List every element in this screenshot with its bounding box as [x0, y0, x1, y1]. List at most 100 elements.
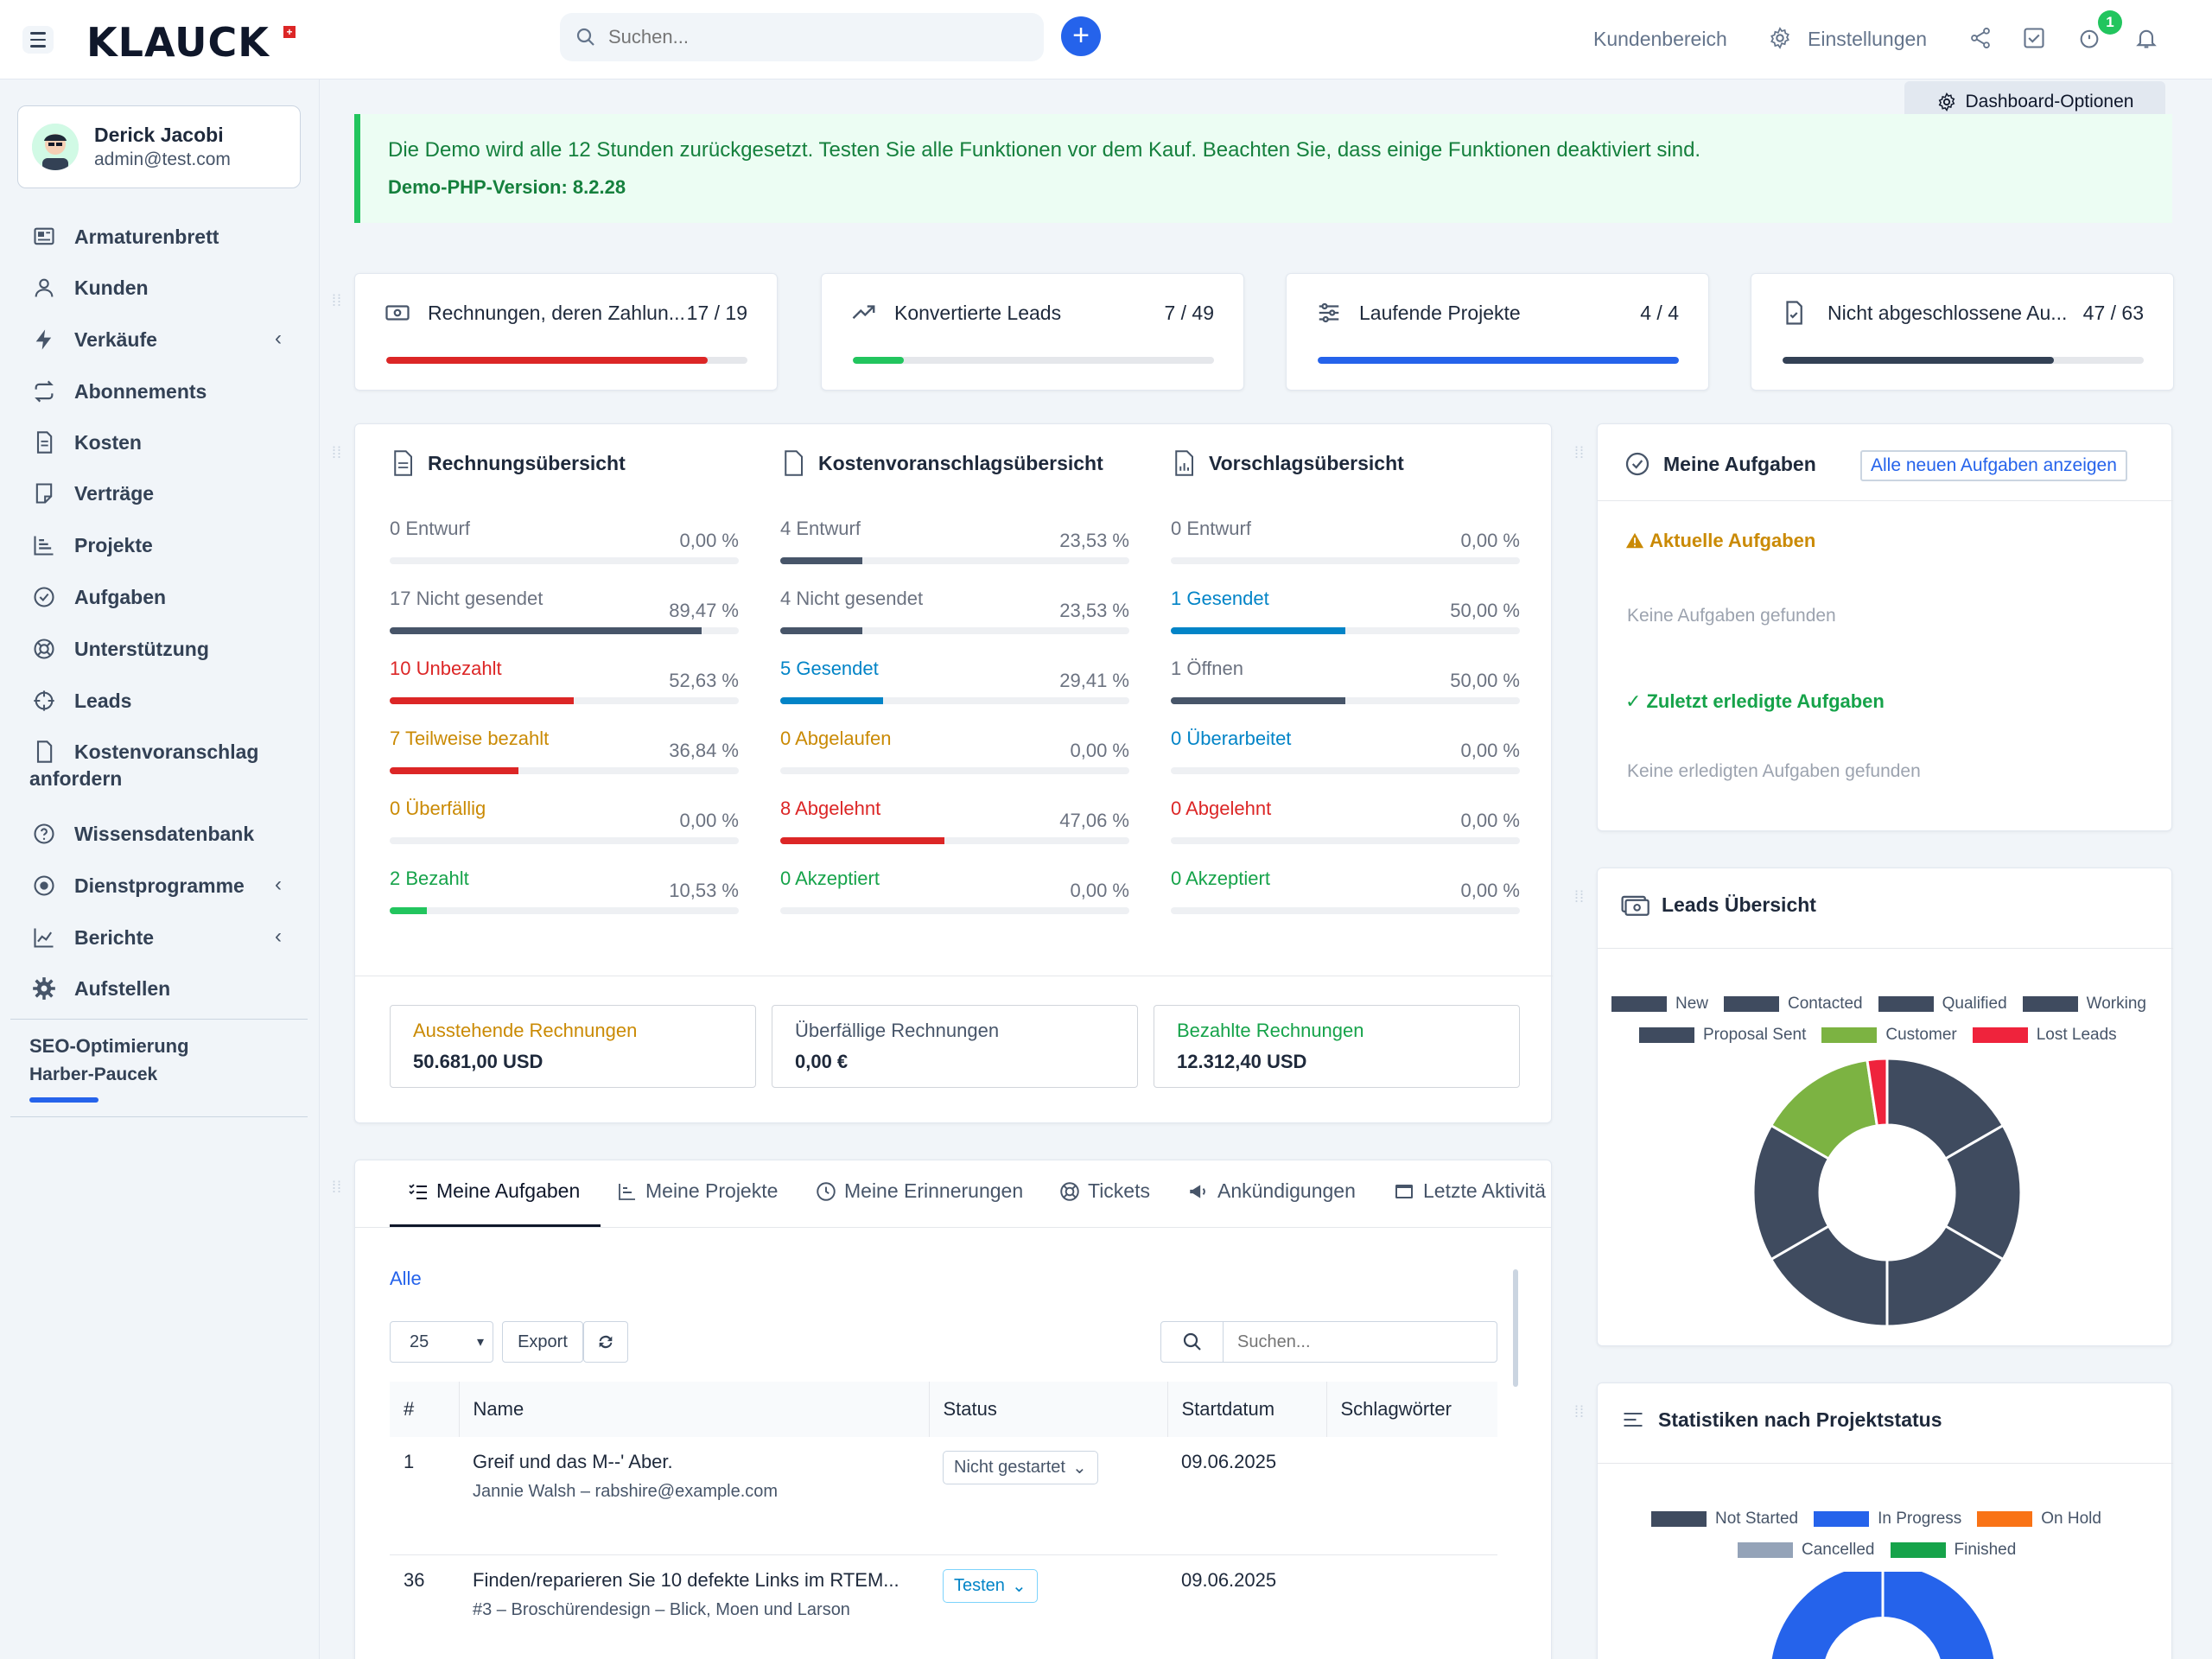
- stat-card-open-tasks[interactable]: Nicht abgeschlossene Au... 47 / 63: [1751, 273, 2174, 391]
- bell-icon[interactable]: [2134, 26, 2158, 50]
- menu-toggle-icon[interactable]: [22, 26, 54, 54]
- drag-handle-icon[interactable]: ⁞⁞: [1574, 889, 1585, 905]
- drag-handle-icon[interactable]: ⁞⁞: [332, 445, 342, 461]
- sidebar-item-dashboard[interactable]: Armaturenbrett: [29, 219, 219, 254]
- sidebar-item-utilities[interactable]: Dienstprogramme: [29, 868, 245, 903]
- view-all-tasks-link[interactable]: Alle neuen Aufgaben anzeigen: [1860, 450, 2127, 481]
- column-header-name[interactable]: Name: [459, 1382, 930, 1437]
- column-header-id[interactable]: #: [390, 1382, 460, 1437]
- user-profile-card[interactable]: Derick Jacobi admin@test.com: [17, 105, 301, 188]
- global-search[interactable]: [560, 13, 1044, 61]
- search-input[interactable]: [608, 22, 1023, 53]
- table-search[interactable]: [1160, 1321, 1497, 1363]
- stat-card-invoices[interactable]: Rechnungen, deren Zahlun... 17 / 19: [354, 273, 778, 391]
- logo[interactable]: KLAUCK: [86, 22, 270, 62]
- sidebar-item-setup[interactable]: Aufstellen: [29, 971, 170, 1006]
- drag-handle-icon[interactable]: ⁞⁞: [1574, 1404, 1585, 1420]
- table-search-input[interactable]: [1237, 1332, 1497, 1352]
- column-header-start-date[interactable]: Startdatum: [1167, 1382, 1327, 1437]
- status-row[interactable]: 0 Akzeptiert 0,00 %: [1171, 868, 1520, 919]
- legend-item[interactable]: Lost Leads: [1972, 1026, 2117, 1045]
- scrollbar[interactable]: [1513, 1269, 1518, 1387]
- status-row[interactable]: 0 Akzeptiert 0,00 %: [780, 868, 1129, 919]
- chevron-left-icon[interactable]: ‹: [275, 925, 282, 949]
- legend-item[interactable]: Cancelled: [1738, 1541, 1875, 1560]
- legend-item[interactable]: Finished: [1890, 1541, 2016, 1560]
- stat-card-projects[interactable]: Laufende Projekte 4 / 4: [1286, 273, 1709, 391]
- sidebar-item-knowledge-base[interactable]: Wissensdatenbank: [29, 817, 254, 851]
- status-dropdown[interactable]: Nicht gestartet ⌄: [943, 1451, 1098, 1484]
- task-name-link[interactable]: Greif und das M--' Aber.: [473, 1451, 929, 1473]
- summary-overdue[interactable]: Überfällige Rechnungen 0,00 €: [772, 1005, 1138, 1088]
- chevron-left-icon[interactable]: ‹: [275, 873, 282, 897]
- legend-item[interactable]: In Progress: [1814, 1510, 1961, 1529]
- drag-handle-icon[interactable]: ⁞⁞: [332, 293, 342, 308]
- legend-item[interactable]: Customer: [1821, 1026, 1957, 1045]
- legend-item[interactable]: Not Started: [1651, 1510, 1798, 1529]
- tab-tickets[interactable]: Tickets: [1058, 1179, 1150, 1203]
- stat-card-leads[interactable]: Konvertierte Leads 7 / 49: [821, 273, 1244, 391]
- legend-item[interactable]: Contacted: [1724, 995, 1863, 1014]
- sidebar-item-tasks[interactable]: Aufgaben: [29, 580, 166, 614]
- drag-handle-icon[interactable]: ⁞⁞: [1574, 445, 1585, 461]
- status-row[interactable]: 0 Überarbeitet 0,00 %: [1171, 728, 1520, 779]
- sidebar-item-contracts[interactable]: Verträge: [29, 476, 154, 511]
- sidebar-item-estimate-request[interactable]: Kostenvoranschlag: [29, 734, 258, 769]
- sidebar-item-sales[interactable]: Verkäufe: [29, 322, 157, 357]
- chevron-left-icon[interactable]: ‹: [275, 327, 282, 351]
- status-row[interactable]: 7 Teilweise bezahlt 36,84 %: [390, 728, 739, 779]
- column-header-tags[interactable]: Schlagwörter: [1326, 1382, 1497, 1437]
- table-row[interactable]: 1 Greif und das M--' Aber. Jannie Walsh …: [390, 1437, 1497, 1555]
- filter-all-link[interactable]: Alle: [390, 1268, 422, 1290]
- sidebar-item-projects[interactable]: Projekte: [29, 528, 153, 563]
- status-row[interactable]: 1 Öffnen 50,00 %: [1171, 658, 1520, 709]
- legend-item[interactable]: Working: [2022, 995, 2146, 1014]
- settings-link[interactable]: Einstellungen: [1808, 28, 1927, 51]
- pinned-project[interactable]: SEO-Optimierung Harber-Paucek: [29, 1035, 306, 1103]
- status-row[interactable]: 0 Entwurf 0,00 %: [390, 518, 739, 569]
- legend-item[interactable]: Qualified: [1878, 995, 2007, 1014]
- status-row[interactable]: 8 Abgelehnt 47,06 %: [780, 798, 1129, 849]
- summary-paid[interactable]: Bezahlte Rechnungen 12.312,40 USD: [1154, 1005, 1520, 1088]
- task-name-link[interactable]: Finden/reparieren Sie 10 defekte Links i…: [473, 1569, 929, 1592]
- drag-handle-icon[interactable]: ⁞⁞: [332, 1179, 342, 1195]
- legend-item[interactable]: New: [1611, 995, 1708, 1014]
- sidebar-item-support[interactable]: Unterstützung: [29, 632, 209, 666]
- customer-area-link[interactable]: Kundenbereich: [1593, 28, 1727, 51]
- status-row[interactable]: 4 Entwurf 23,53 %: [780, 518, 1129, 569]
- tab-my-projects[interactable]: Meine Projekte: [616, 1179, 778, 1203]
- quick-create-button[interactable]: +: [1061, 16, 1101, 56]
- status-dropdown[interactable]: Testen ⌄: [943, 1568, 1038, 1603]
- timer-icon[interactable]: [2077, 26, 2101, 50]
- share-icon[interactable]: [1968, 26, 1993, 50]
- sidebar-item-leads[interactable]: Leads: [29, 683, 131, 718]
- status-row[interactable]: 4 Nicht gesendet 23,53 %: [780, 588, 1129, 639]
- sidebar-item-expenses[interactable]: Kosten: [29, 425, 142, 460]
- tab-announcements[interactable]: Ankündigungen: [1186, 1179, 1356, 1203]
- summary-outstanding[interactable]: Ausstehende Rechnungen 50.681,00 USD: [390, 1005, 756, 1088]
- tab-recent-activity[interactable]: Letzte Aktivitä: [1392, 1179, 1546, 1203]
- status-row[interactable]: 10 Unbezahlt 52,63 %: [390, 658, 739, 709]
- status-row[interactable]: 0 Überfällig 0,00 %: [390, 798, 739, 849]
- sidebar-item-reports[interactable]: Berichte: [29, 920, 154, 955]
- status-row[interactable]: 5 Gesendet 29,41 %: [780, 658, 1129, 709]
- legend-item[interactable]: On Hold: [1977, 1510, 2101, 1529]
- leads-doughnut-chart[interactable]: [1745, 1050, 2030, 1335]
- legend-item[interactable]: Proposal Sent: [1639, 1026, 1806, 1045]
- status-row[interactable]: 2 Bezahlt 10,53 %: [390, 868, 739, 919]
- status-row[interactable]: 0 Abgelehnt 0,00 %: [1171, 798, 1520, 849]
- sidebar-item-subscriptions[interactable]: Abonnements: [29, 374, 207, 409]
- status-row[interactable]: 0 Entwurf 0,00 %: [1171, 518, 1520, 569]
- status-row[interactable]: 17 Nicht gesendet 89,47 %: [390, 588, 739, 639]
- tab-reminders[interactable]: Meine Erinnerungen: [815, 1179, 1023, 1203]
- refresh-button[interactable]: [583, 1321, 628, 1363]
- sidebar-item-customers[interactable]: Kunden: [29, 270, 149, 305]
- page-size-select[interactable]: 25 ▾: [390, 1321, 493, 1363]
- project-status-doughnut-chart[interactable]: [1753, 1572, 2012, 1659]
- status-row[interactable]: 1 Gesendet 50,00 %: [1171, 588, 1520, 639]
- table-row[interactable]: 36 Finden/reparieren Sie 10 defekte Link…: [390, 1554, 1497, 1659]
- status-row[interactable]: 0 Abgelaufen 0,00 %: [780, 728, 1129, 779]
- gear-icon[interactable]: [1768, 26, 1792, 50]
- checkbox-icon[interactable]: [2022, 26, 2046, 50]
- tab-my-tasks[interactable]: Meine Aufgaben: [407, 1179, 580, 1203]
